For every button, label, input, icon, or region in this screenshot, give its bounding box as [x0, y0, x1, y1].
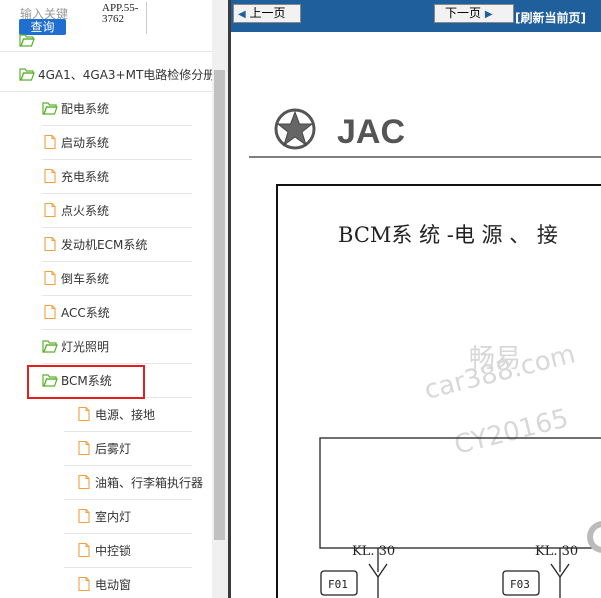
- kl30-label-right: KL. 30: [535, 544, 578, 559]
- tree-node-label: 电源、接地: [95, 407, 156, 422]
- file-icon: [44, 169, 56, 183]
- tree-node-label: 油箱、行李箱执行器: [95, 475, 204, 490]
- tree-node-root[interactable]: 4GA1、4GA3+MT电路检修分册: [19, 57, 212, 91]
- tree-node-file[interactable]: 中控锁: [76, 533, 131, 567]
- document-page: JAC BCM系 统 -电 源 、 接 畅易 car388.com CY2016…: [231, 32, 601, 598]
- tree-node-file[interactable]: 电动窗: [76, 567, 131, 598]
- tree-node-file[interactable]: 点火系统: [42, 193, 109, 227]
- file-icon: [78, 475, 90, 489]
- tree-node-file[interactable]: 充电系统: [42, 159, 109, 193]
- tree-node-file[interactable]: 电源、接地: [76, 397, 155, 431]
- tree-node-file[interactable]: 油箱、行李箱执行器: [76, 465, 212, 499]
- fuse-label-right: F03: [510, 578, 530, 591]
- tree-node-label: 点火系统: [61, 203, 110, 218]
- folder-open-icon: [19, 34, 35, 47]
- tree-node-label: 灯光照明: [61, 339, 110, 354]
- fuse-label-left: F01: [328, 578, 348, 591]
- jac-star-logo-icon: [274, 108, 316, 150]
- tree-node-file[interactable]: ACC系统: [42, 295, 110, 329]
- kl30-label-left: KL. 30: [352, 544, 395, 559]
- refresh-page-link[interactable]: [刷新当前页]: [515, 9, 586, 26]
- watermark-code: CY20165: [451, 404, 571, 461]
- selection-highlight-box: [27, 365, 145, 399]
- folder-open-icon: [19, 68, 35, 81]
- prev-page-label: 上一页: [249, 6, 286, 20]
- tree-node-label: 配电系统: [61, 101, 110, 116]
- file-icon: [78, 441, 90, 455]
- tree-node-label: 倒车系统: [61, 271, 110, 286]
- arrow-right-icon: ▶: [484, 9, 493, 20]
- tree-node-label: 后雾灯: [95, 441, 132, 456]
- file-icon: [44, 271, 56, 285]
- keyword-result-line2: 3762: [102, 13, 124, 25]
- folder-open-icon: [42, 340, 58, 353]
- tree-node-file[interactable]: 倒车系统: [42, 261, 109, 295]
- keyword-result: APP.55- 3762: [102, 3, 138, 25]
- file-icon: [78, 577, 90, 591]
- file-icon: [44, 135, 56, 149]
- prev-page-button[interactable]: ◀ 上一页: [233, 4, 301, 23]
- file-icon: [78, 543, 90, 557]
- file-icon: [44, 203, 56, 217]
- vertical-scrollbar-thumb[interactable]: [214, 70, 225, 540]
- file-icon: [78, 407, 90, 421]
- folder-open-icon: [42, 102, 58, 115]
- diagram-heading: BCM系 统 -电 源 、 接: [338, 223, 558, 247]
- tree-divider: [0, 51, 212, 52]
- arrow-left-icon: ◀: [238, 9, 246, 20]
- file-icon: [44, 237, 56, 251]
- tree-node-partial[interactable]: [19, 32, 38, 48]
- tree-node-file[interactable]: 室内灯: [76, 499, 131, 533]
- tree-node-file[interactable]: 发动机ECM系统: [42, 227, 147, 261]
- brand-logo-text: JAC: [337, 113, 405, 151]
- next-page-button[interactable]: 下一页 ▶: [434, 4, 514, 23]
- tree-node-file[interactable]: 后雾灯: [76, 431, 131, 465]
- file-icon: [78, 509, 90, 523]
- navigation-panel: 输入关键 查询 APP.55- 3762 4GA1、4GA3+MT电路检修分册 …: [0, 0, 228, 598]
- tree-node-label: 启动系统: [61, 135, 110, 150]
- tree-node-label: 发动机ECM系统: [61, 237, 148, 252]
- tree-node-label: 电动窗: [95, 577, 132, 592]
- next-page-label: 下一页: [445, 6, 482, 20]
- tree-node-label: ACC系统: [61, 305, 110, 320]
- document-viewer: ◀ 上一页 下一页 ▶ [刷新当前页] JAC BCM系 统 -电 源 、 接 …: [231, 0, 601, 598]
- tree-node-folder[interactable]: 灯光照明: [42, 329, 109, 363]
- tree-node-label: 室内灯: [95, 509, 132, 524]
- document-canvas: JAC BCM系 统 -电 源 、 接 畅易 car388.com CY2016…: [249, 108, 601, 598]
- file-icon: [44, 305, 56, 319]
- tree-node-file[interactable]: 启动系统: [42, 125, 109, 159]
- tree-node-label: 充电系统: [61, 169, 110, 184]
- search-divider: [146, 2, 147, 34]
- tree-node-label: 中控锁: [95, 543, 132, 558]
- viewer-toolbar: ◀ 上一页 下一页 ▶ [刷新当前页]: [231, 0, 601, 32]
- tree-node-folder[interactable]: 配电系统: [42, 91, 109, 125]
- tree-node-label: 4GA1、4GA3+MT电路检修分册: [38, 67, 212, 82]
